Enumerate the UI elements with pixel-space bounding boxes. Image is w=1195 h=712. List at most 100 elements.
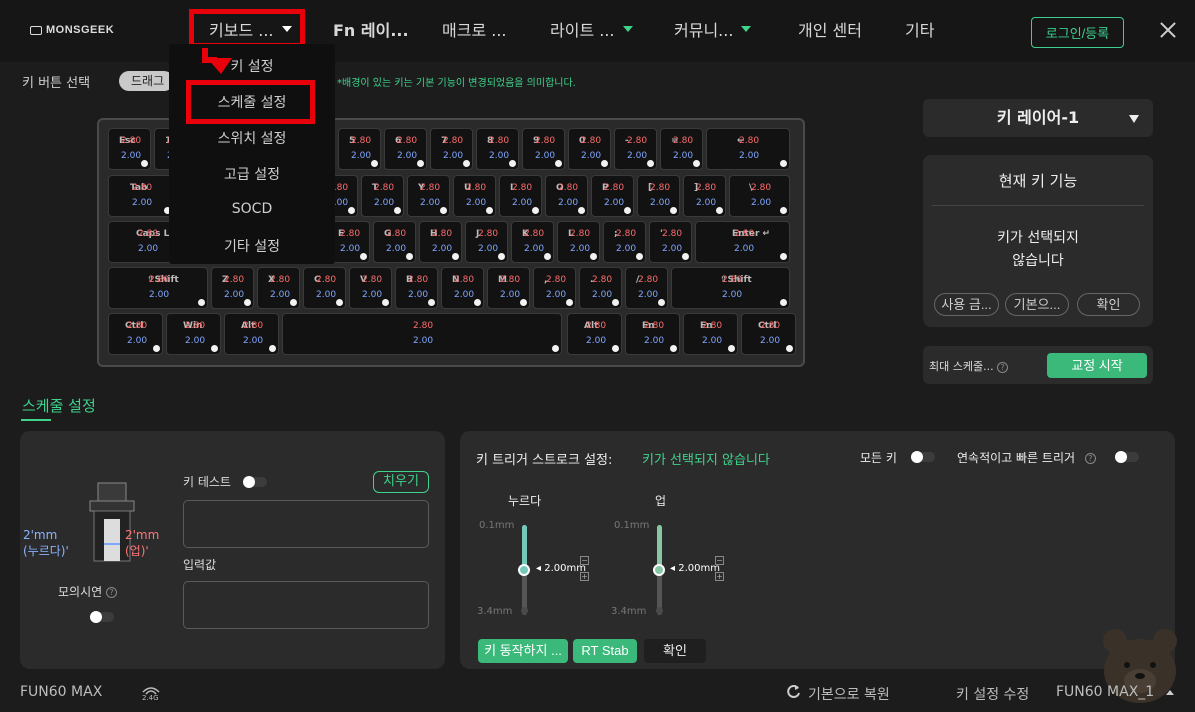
- press-slider[interactable]: [518, 525, 530, 615]
- key-tab[interactable]: Tab 2.80 2.00: [108, 175, 174, 217]
- key-[interactable]: \ 2.80 2.00: [729, 175, 790, 217]
- key-enter[interactable]: Enter ↵ 2.80 2.00: [695, 221, 790, 263]
- key-n[interactable]: N 2.80 2.00: [441, 267, 484, 309]
- simulation-toggle[interactable]: [90, 611, 114, 623]
- key-[interactable]: = 2.80 2.00: [660, 128, 703, 170]
- key-m[interactable]: M 2.80 2.00: [487, 267, 530, 309]
- key-[interactable]: ; 2.80 2.00: [603, 221, 646, 263]
- key-esc[interactable]: Esc 2.80 2.00: [108, 128, 151, 170]
- rt-stab-button[interactable]: RT Stab: [573, 639, 637, 663]
- key-layer-select[interactable]: 키 레이어-1: [923, 99, 1153, 137]
- key-y[interactable]: Y 2.80 2.00: [407, 175, 450, 217]
- menu-item-advanced-settings[interactable]: 고급 설정: [169, 164, 335, 184]
- drag-toggle[interactable]: 드래그: [119, 71, 174, 91]
- menu-item-other-settings[interactable]: 기타 설정: [169, 236, 335, 256]
- key-9[interactable]: 9 2.80 2.00: [522, 128, 565, 170]
- up-increment-icon[interactable]: +: [715, 572, 724, 581]
- trigger-confirm-button[interactable]: 확인: [644, 639, 706, 663]
- modify-key-settings-link[interactable]: 키 설정 수정: [956, 684, 1029, 704]
- key-[interactable]: . 2.80 2.00: [579, 267, 622, 309]
- key-test-toggle[interactable]: [243, 476, 267, 488]
- refresh-icon[interactable]: [786, 684, 801, 699]
- nav-fn-layer[interactable]: Fn 레이...: [333, 17, 409, 41]
- key-8[interactable]: 8 2.80 2.00: [476, 128, 519, 170]
- clear-button[interactable]: 치우기: [373, 471, 429, 493]
- key-ctrl[interactable]: Ctrl 2.80 2.00: [108, 313, 163, 355]
- key-h[interactable]: H 2.80 2.00: [419, 221, 462, 263]
- key-fn[interactable]: Fn 2.80 2.00: [683, 313, 738, 355]
- key-o[interactable]: O 2.80 2.00: [545, 175, 588, 217]
- key-trigger-value: 2.00: [638, 290, 659, 300]
- key-[interactable]: -2.80 2.00: [614, 128, 657, 170]
- start-calibration-button[interactable]: 교정 시작: [1047, 353, 1147, 378]
- key-c[interactable]: C 2.80 2.00: [303, 267, 346, 309]
- key-p[interactable]: P 2.80 2.00: [591, 175, 634, 217]
- key-actuation-value: 2.80: [616, 229, 637, 239]
- restore-default-link[interactable]: 기본으로 복원: [808, 684, 890, 704]
- up-slider-handle[interactable]: [653, 564, 665, 576]
- key-g[interactable]: G 2.80 2.00: [373, 221, 416, 263]
- key-alt[interactable]: Alt 2.80 2.00: [224, 313, 279, 355]
- key-b[interactable]: B 2.80 2.00: [395, 267, 438, 309]
- key-5[interactable]: 5 2.80 2.00: [338, 128, 381, 170]
- disable-key-button[interactable]: 사용 금...: [934, 293, 999, 316]
- key-actuation-value: 2.80: [127, 321, 148, 331]
- key-fn[interactable]: Fn 2.80 2.00: [625, 313, 680, 355]
- nav-personal-center[interactable]: 개인 센터: [798, 17, 862, 41]
- key-7[interactable]: 7 2.80 2.00: [430, 128, 473, 170]
- key-space[interactable]: 2.80 2.00: [282, 313, 562, 355]
- key-win[interactable]: Win 2.80 2.00: [166, 313, 221, 355]
- nav-macro[interactable]: 매크로 ...: [442, 17, 507, 41]
- key-[interactable]: , 2.80 2.00: [533, 267, 576, 309]
- key-6[interactable]: 6 2.80 2.00: [384, 128, 427, 170]
- up-slider[interactable]: [653, 525, 665, 615]
- key-test-field[interactable]: [183, 500, 429, 548]
- input-value-field[interactable]: [183, 581, 429, 629]
- key-shift[interactable]: ⇧Shift 2.80 2.00: [108, 267, 208, 309]
- rapid-trigger-toggle[interactable]: [1115, 451, 1139, 463]
- menu-item-socd[interactable]: SOCD: [169, 201, 335, 217]
- login-register-button[interactable]: 로그인/등록: [1031, 17, 1124, 48]
- key-l[interactable]: L 2.80 2.00: [557, 221, 600, 263]
- key-shift[interactable]: ⇧Shift 2.80 2.00: [671, 267, 790, 309]
- key-[interactable]: /2.80 2.00: [625, 267, 668, 309]
- key-i[interactable]: I 2.80 2.00: [499, 175, 542, 217]
- all-keys-toggle[interactable]: [911, 451, 935, 463]
- key-[interactable]: ' 2.80 2.00: [649, 221, 692, 263]
- key-j[interactable]: J 2.80 2.00: [465, 221, 508, 263]
- key-z[interactable]: Z 2.80 2.00: [211, 267, 254, 309]
- close-icon[interactable]: [1158, 20, 1178, 40]
- help-icon[interactable]: ?: [1084, 453, 1096, 464]
- nav-keyboard[interactable]: 키보드 ...: [209, 17, 292, 41]
- menu-item-schedule-settings[interactable]: 스케줄 설정: [169, 92, 335, 112]
- key-no-action-button[interactable]: 키 동작하지 ...: [478, 639, 568, 663]
- key-alt[interactable]: Alt 2.80 2.00: [567, 313, 622, 355]
- restore-default-button[interactable]: 기본으...: [1005, 293, 1069, 316]
- menu-item-switch-settings[interactable]: 스위치 설정: [169, 128, 335, 148]
- menu-item-key-settings[interactable]: 키 설정: [169, 56, 335, 76]
- key-ctrl[interactable]: Ctrl 2.80 2.00: [741, 313, 796, 355]
- up-decrement-icon[interactable]: −: [715, 556, 724, 565]
- confirm-button[interactable]: 확인: [1077, 293, 1140, 316]
- nav-community[interactable]: 커뮤니...: [674, 17, 752, 41]
- profile-select[interactable]: FUN60 MAX_1: [1056, 684, 1154, 700]
- key-u[interactable]: U 2.80 2.00: [453, 175, 496, 217]
- key-v[interactable]: V 2.80 2.00: [349, 267, 392, 309]
- key-[interactable]: ← 2.80 2.00: [706, 128, 790, 170]
- key-k[interactable]: K 2.80 2.00: [511, 221, 554, 263]
- nav-other[interactable]: 기타: [905, 17, 934, 41]
- key-[interactable]: ] 2.80 2.00: [683, 175, 726, 217]
- key-status-dot: [371, 160, 378, 167]
- help-icon[interactable]: ?: [106, 587, 117, 598]
- press-increment-icon[interactable]: +: [580, 572, 589, 581]
- key-[interactable]: [2.80 2.00: [637, 175, 680, 217]
- press-slider-handle[interactable]: [518, 564, 530, 576]
- key-x[interactable]: X 2.80 2.00: [257, 267, 300, 309]
- press-slider-label: 누르다: [508, 494, 542, 508]
- press-decrement-icon[interactable]: −: [580, 556, 589, 565]
- key-0[interactable]: 0 2.80 2.00: [568, 128, 611, 170]
- help-icon[interactable]: ?: [997, 361, 1009, 373]
- key-t[interactable]: T 2.80 2.00: [361, 175, 404, 217]
- nav-light[interactable]: 라이트 ...: [550, 17, 633, 41]
- key-trigger-value: 2.00: [420, 198, 441, 208]
